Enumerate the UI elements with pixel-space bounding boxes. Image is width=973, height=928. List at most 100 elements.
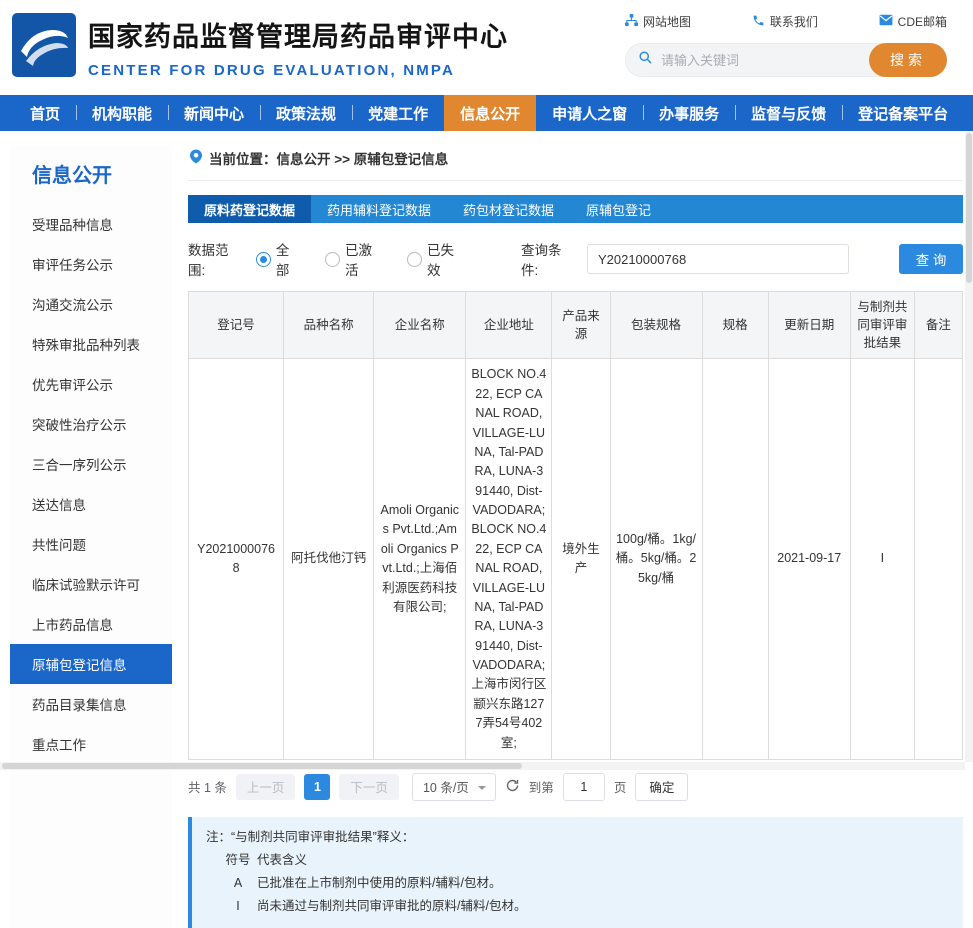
- main-nav: 首页 机构职能 新闻中心 政策法规 党建工作 信息公开 申请人之窗 办事服务 监…: [0, 95, 973, 131]
- nav-item-registration-platform[interactable]: 登记备案平台: [842, 95, 964, 131]
- refresh-icon: [505, 778, 520, 796]
- content: 信息公开 受理品种信息 审评任务公示 沟通交流公示 特殊审批品种列表 优先审评公…: [0, 131, 973, 928]
- sidebar-title: 信息公开: [10, 159, 172, 188]
- col-origin: 产品来源: [552, 292, 610, 359]
- vertical-scrollbar-thumb[interactable]: [966, 133, 972, 283]
- horizontal-scrollbar-thumb[interactable]: [2, 763, 522, 769]
- nav-item-services[interactable]: 办事服务: [643, 95, 735, 131]
- page-number-1[interactable]: 1: [304, 774, 330, 800]
- cell-product-name: 阿托伐他汀钙: [284, 359, 374, 760]
- nav-item-home[interactable]: 首页: [14, 95, 76, 131]
- sidebar-item-common-issues[interactable]: 共性问题: [10, 524, 172, 564]
- total-count: 共 1 条: [188, 777, 227, 796]
- note-item-a: A 已批准在上市制剂中使用的原料/辅料/包材。: [206, 872, 949, 895]
- cell-company-name: Amoli Organics Pvt.Ltd.;Amoli Organics P…: [374, 359, 466, 760]
- sidebar-item-raw-excipient-packaging[interactable]: 原辅包登记信息: [10, 644, 172, 684]
- cell-spec: [702, 359, 768, 760]
- mail-icon: [879, 14, 893, 29]
- sidebar-item-marketed-drugs[interactable]: 上市药品信息: [10, 604, 172, 644]
- sitemap-link[interactable]: 网站地图: [625, 13, 691, 30]
- note-col-meaning: 代表含义: [257, 849, 949, 872]
- radio-all[interactable]: 全部: [256, 239, 301, 279]
- vertical-scrollbar[interactable]: [965, 131, 973, 762]
- jump-suffix-label: 页: [614, 777, 627, 796]
- col-remark: 备注: [914, 292, 962, 359]
- scope-label: 数据范围:: [188, 239, 244, 279]
- cell-remark: [914, 359, 962, 760]
- sidebar-item-delivery-info[interactable]: 送达信息: [10, 484, 172, 524]
- nav-item-applicant-window[interactable]: 申请人之窗: [536, 95, 643, 131]
- refresh-button[interactable]: [505, 778, 520, 796]
- query-condition-label: 查询条件:: [521, 239, 577, 279]
- tab-bar: 原料药登记数据 药用辅料登记数据 药包材登记数据 原辅包登记: [188, 195, 963, 223]
- sidebar-item-breakthrough-therapy[interactable]: 突破性治疗公示: [10, 404, 172, 444]
- registration-data-table: 登记号 品种名称 企业名称 企业地址 产品来源 包装规格 规格 更新日期 与制剂…: [188, 291, 963, 760]
- nav-item-policies[interactable]: 政策法规: [260, 95, 352, 131]
- col-company-name: 企业名称: [374, 292, 466, 359]
- note-item-i: I 尚未通过与制剂共同审评审批的原料/辅料/包材。: [206, 895, 949, 918]
- cell-company-address: BLOCK NO.422, ECP CANAL ROAD, VILLAGE-LU…: [466, 359, 552, 760]
- main-panel: 当前位置：信息公开 >> 原辅包登记信息 原料药登记数据 药用辅料登记数据 药包…: [188, 145, 963, 928]
- breadcrumb-text: 当前位置：信息公开 >> 原辅包登记信息: [209, 148, 448, 168]
- search-input[interactable]: [653, 53, 869, 68]
- site-title-cn: 国家药品监督管理局药品审评中心: [88, 15, 508, 54]
- horizontal-scrollbar[interactable]: [0, 762, 965, 770]
- nav-item-news[interactable]: 新闻中心: [168, 95, 260, 131]
- query-button[interactable]: 查 询: [899, 244, 963, 274]
- jump-prefix-label: 到第: [529, 777, 554, 796]
- phone-icon: [752, 14, 765, 30]
- brand-text: 国家药品监督管理局药品审评中心 CENTER FOR DRUG EVALUATI…: [88, 13, 508, 79]
- jump-to-page-input[interactable]: [563, 773, 605, 801]
- cell-package-spec: 100g/桶。1kg/桶。5kg/桶。25kg/桶: [610, 359, 702, 760]
- filter-bar: 数据范围: 全部 已激活 已失效 查询条件: 查 询: [188, 239, 963, 279]
- sidebar-item-drug-catalog[interactable]: 药品目录集信息: [10, 684, 172, 724]
- cell-origin: 境外生产: [552, 359, 610, 760]
- sidebar-item-communication[interactable]: 沟通交流公示: [10, 284, 172, 324]
- nav-item-info-disclosure[interactable]: 信息公开: [444, 95, 536, 131]
- col-update-date: 更新日期: [768, 292, 850, 359]
- cde-mail-link[interactable]: CDE邮箱: [879, 13, 947, 30]
- cell-reg-no: Y20210000768: [189, 359, 284, 760]
- prev-page-button[interactable]: 上一页: [236, 774, 296, 800]
- radio-activated[interactable]: 已激活: [325, 239, 383, 279]
- col-spec: 规格: [702, 292, 768, 359]
- nav-item-supervision-feedback[interactable]: 监督与反馈: [735, 95, 842, 131]
- cde-logo-icon: [12, 13, 76, 77]
- sidebar-item-priority-review[interactable]: 优先审评公示: [10, 364, 172, 404]
- sidebar-item-special-approval-list[interactable]: 特殊审批品种列表: [10, 324, 172, 364]
- radio-expired[interactable]: 已失效: [407, 239, 465, 279]
- nav-item-party-building[interactable]: 党建工作: [352, 95, 444, 131]
- location-pin-icon: [190, 149, 202, 167]
- radio-activated-control[interactable]: [325, 252, 340, 267]
- search-button[interactable]: 搜索: [869, 43, 947, 77]
- note-header-row: 符号 代表含义: [206, 849, 949, 872]
- sidebar: 信息公开 受理品种信息 审评任务公示 沟通交流公示 特殊审批品种列表 优先审评公…: [10, 145, 172, 928]
- note-title: 注：“与制剂共同审评审批结果”释义：: [206, 826, 949, 849]
- table-row: Y20210000768 阿托伐他汀钙 Amoli Organics Pvt.L…: [189, 359, 963, 760]
- site-title-en: CENTER FOR DRUG EVALUATION, NMPA: [88, 62, 508, 79]
- sidebar-item-key-work[interactable]: 重点工作: [10, 724, 172, 764]
- tab-api-data[interactable]: 原料药登记数据: [188, 195, 311, 223]
- col-package-spec: 包装规格: [610, 292, 702, 359]
- site-header: 国家药品监督管理局药品审评中心 CENTER FOR DRUG EVALUATI…: [0, 0, 973, 95]
- sidebar-item-review-tasks[interactable]: 审评任务公示: [10, 244, 172, 284]
- page-size-select[interactable]: 10 条/页: [412, 773, 496, 801]
- sidebar-item-clinical-trial-license[interactable]: 临床试验默示许可: [10, 564, 172, 604]
- scope-radio-group: 全部 已激活 已失效: [256, 239, 465, 279]
- next-page-button[interactable]: 下一页: [339, 774, 399, 800]
- note-box: 注：“与制剂共同审评审批结果”释义： 符号 代表含义 A 已批准在上市制剂中使用…: [188, 817, 963, 928]
- col-product-name: 品种名称: [284, 292, 374, 359]
- nav-item-functions[interactable]: 机构职能: [76, 95, 168, 131]
- radio-all-control[interactable]: [256, 252, 271, 267]
- sidebar-item-accepted-products[interactable]: 受理品种信息: [10, 204, 172, 244]
- confirm-button[interactable]: 确定: [635, 773, 688, 801]
- tab-raw-excipient-packaging[interactable]: 原辅包登记: [570, 195, 667, 223]
- header-right: 网站地图 联系我们 CDE邮箱 搜索: [625, 13, 947, 77]
- tab-packaging-data[interactable]: 药包材登记数据: [447, 195, 570, 223]
- quick-links: 网站地图 联系我们 CDE邮箱: [625, 13, 947, 30]
- tab-excipient-data[interactable]: 药用辅料登记数据: [311, 195, 447, 223]
- contact-us-link[interactable]: 联系我们: [752, 13, 818, 30]
- radio-expired-control[interactable]: [407, 252, 422, 267]
- sidebar-item-three-in-one[interactable]: 三合一序列公示: [10, 444, 172, 484]
- query-input[interactable]: [587, 244, 849, 274]
